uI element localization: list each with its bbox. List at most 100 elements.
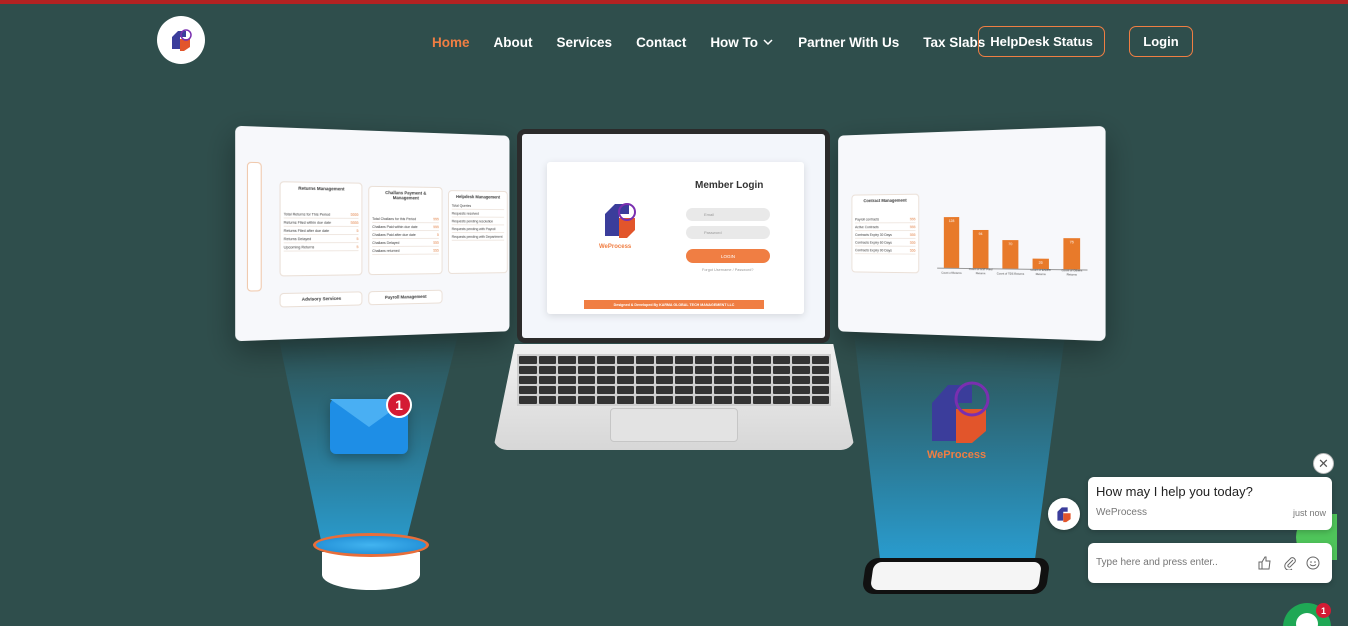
keyboard-key [636,356,654,364]
challans-row: Challans returned 555 [372,246,439,256]
chat-text-input[interactable] [1096,557,1246,568]
keyboard-key [636,366,654,374]
keyboard-key [792,356,810,364]
chat-close-icon[interactable]: ✕ [1313,453,1334,474]
chat-sender-name: WeProcess [1096,507,1147,518]
keyboard-key [558,366,576,374]
forgot-link[interactable]: Forgot Username / Password? [702,268,754,272]
advisory-tab: Advisory Services [279,291,363,308]
challans-row: Challans Paid after due date 5 [372,230,439,240]
designed-by-bar: Designed & Developed By KARMA GLOBAL TEC… [584,300,764,309]
row-label: Contracts Expiry 60 Days [855,240,892,245]
keyboard-key [616,376,634,384]
emoji-icon[interactable] [1305,555,1321,571]
main-nav: Home About Services Contact How To Partn… [420,26,997,58]
laptop-trackpad [610,408,738,442]
keyboard-key [753,366,771,374]
keyboard-key [577,396,595,404]
row-label: Total Challans for this Period [372,216,417,221]
keyboard-key [655,366,673,374]
row-label: Contracts Expiry 30 Days [855,232,892,237]
returns-bar-chart: 128 Count of Returns 94 Count of GST Filed … [937,210,1088,277]
email-field[interactable]: Email [686,208,770,221]
keyboard-key [577,376,595,384]
member-login-submit[interactable]: LOGIN [686,249,770,263]
keyboard-key [577,356,595,364]
keyboard-key [519,356,537,364]
row-value: 5 [356,236,359,241]
chevron-down-icon [763,39,773,46]
contract-row: Payroll contracts 555 [855,215,916,224]
thumbs-up-icon[interactable] [1257,555,1273,571]
row-value: 555 [909,216,916,221]
nav-about[interactable]: About [494,35,533,50]
row-label: Requests resolved [451,211,479,216]
challans-row: Challans Paid within due date 555 [372,222,439,232]
row-value: 5 [436,232,439,237]
contract-card: Contract Management Payroll contracts 555… [851,193,920,274]
keyboard-key [772,366,790,374]
attachment-icon[interactable] [1282,555,1298,571]
keyboard-key [694,386,712,394]
keyboard-key [714,386,732,394]
keyboard-key [811,396,829,404]
row-value: 555 [433,216,439,221]
password-field[interactable]: Password [686,226,770,239]
keyboard-key [558,376,576,384]
keyboard-key [655,386,673,394]
keyboard-key [772,356,790,364]
row-label: Returns Filed after due date [283,228,330,233]
dashboard-panel-right: Contract Management Payroll contracts 555… [838,125,1106,342]
nav-contact[interactable]: Contact [636,35,686,50]
helpdesk-status-button[interactable]: HelpDesk Status [978,26,1105,57]
login-button[interactable]: Login [1129,26,1193,57]
helpdesk-row: Requests pending with Payroll [451,225,505,234]
returns-row: Returns Delayed 5 [283,235,359,244]
keyboard-key [714,366,732,374]
keyboard-key [772,396,790,404]
keyboard-key [538,386,556,394]
chart-bar: 70 Count of TDS Returns [997,240,1024,276]
pedestal-left [322,552,420,590]
contract-card-title: Contract Management [863,197,907,204]
row-label: Challans Delayed [372,240,400,245]
laptop-screen: WeProcess Member Login Email Password LO… [517,129,830,343]
keyboard-key [636,396,654,404]
returns-row: Returns Filed after due date 5 [283,226,359,236]
keyboard-key [694,376,712,384]
member-login-title: Member Login [695,180,764,191]
keyboard-key [753,376,771,384]
large-logo-text: WeProcess [927,449,987,461]
row-label: Returns Delayed [283,236,312,241]
keyboard-key [811,386,829,394]
row-value: 555 [909,224,916,229]
payroll-tab-label: Payroll Management [384,293,427,300]
row-label: Total Queries [451,203,472,208]
chat-message-bubble: How may I help you today? WeProcess just… [1088,477,1332,530]
nav-services[interactable]: Services [557,35,613,50]
nav-partner-with-us[interactable]: Partner With Us [798,35,899,50]
keyboard-key [616,386,634,394]
keyboard-key [694,356,712,364]
site-logo[interactable] [157,16,205,64]
row-label: Challans Paid within due date [372,224,418,229]
keyboard-key [577,366,595,374]
keyboard-key [811,376,829,384]
chart-bar: 75 Count of Others Returns [1061,238,1082,277]
keyboard-key [675,366,693,374]
row-label: Total Returns for This Period [283,211,331,217]
laptop-screen-inner: WeProcess Member Login Email Password LO… [522,134,825,338]
keyboard-key [655,396,673,404]
light-beam-right [854,335,1065,560]
keyboard-key [597,366,615,374]
nav-how-to[interactable]: How To [710,35,774,50]
panel-sidebar [246,161,262,292]
row-value: 555 [909,232,916,237]
nav-home[interactable]: Home [432,35,470,50]
keyboard-key [597,356,615,364]
keyboard-key [577,386,595,394]
chart-category-label: Count of ESI/PF Returns [1030,267,1052,277]
row-label: Contracts Expiry 90 Days [855,247,892,253]
nav-tax-slabs[interactable]: Tax Slabs [923,35,985,50]
keyboard-key [811,356,829,364]
